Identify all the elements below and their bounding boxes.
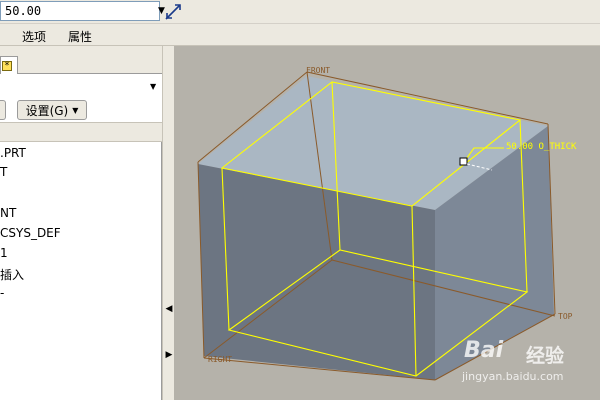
baidu-watermark: Bai 经验 jingyan.baidu.com [458, 338, 598, 398]
datum-label-right[interactable]: RIGHT [208, 355, 232, 364]
model-tree-toolbar: ▼ 设置(G) ▼ [0, 74, 162, 126]
panel-splitter[interactable]: ◀ ▶ [162, 46, 174, 400]
tree-item-csys[interactable]: CSYS_DEF [0, 226, 61, 240]
thickness-combobox[interactable]: ▼ [0, 1, 165, 21]
settings-dropdown-arrow-icon: ▼ [72, 105, 79, 115]
datum-label-top[interactable]: TOP [558, 312, 573, 321]
tree-item-insert-here[interactable]: 插入 [0, 266, 24, 283]
tree-item-extra[interactable]: - [0, 286, 4, 300]
tree-item-front-datum[interactable]: NT [0, 206, 16, 220]
dimension-drag-handle[interactable] [459, 157, 468, 166]
watermark-brand-cn: 经验 [526, 345, 565, 367]
dashboard-menu-row: 选项 属性 [0, 24, 600, 46]
menu-properties[interactable]: 属性 [68, 28, 92, 45]
settings-button[interactable]: 设置(G) ▼ [17, 100, 87, 120]
thickness-dimension-label[interactable]: 50.00 O_THICK [506, 142, 577, 152]
settings-button-label: 设置(G) [25, 103, 69, 118]
tree-item-feature[interactable]: 1 [0, 246, 8, 260]
model-tree-column-header [0, 122, 162, 142]
navigator-tab-strip: * [0, 46, 162, 74]
panel-dropdown-arrow-icon[interactable]: ▼ [150, 82, 156, 91]
thickness-input[interactable] [1, 2, 158, 20]
model-tree-panel: * ▼ 设置(G) ▼ .PRT T NT CSYS_DEF 1 插入 - [0, 46, 162, 400]
tree-item-right-datum[interactable]: T [0, 165, 7, 179]
tree-item-part[interactable]: .PRT [0, 146, 26, 160]
show-button[interactable] [0, 100, 6, 120]
watermark-brand: Bai [464, 338, 504, 363]
flip-direction-icon[interactable] [163, 2, 183, 22]
menu-options[interactable]: 选项 [22, 28, 46, 45]
model-tree-tab[interactable]: * [0, 56, 18, 74]
model-tree-icon: * [2, 61, 12, 71]
model-tree-list: .PRT T NT CSYS_DEF 1 插入 - [0, 142, 162, 400]
shell-dashboard: ▼ [0, 0, 600, 24]
datum-label-front[interactable]: FRONT [306, 66, 330, 75]
watermark-url: jingyan.baidu.com [462, 370, 564, 383]
